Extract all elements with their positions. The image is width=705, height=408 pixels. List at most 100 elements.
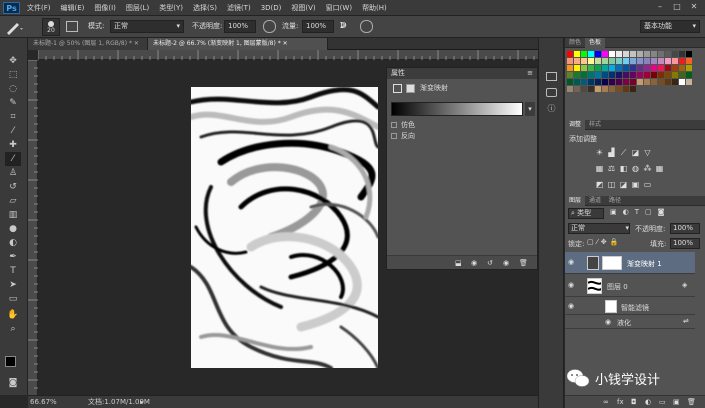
color-swatch[interactable] [567,58,573,64]
eye-icon[interactable]: ◉ [605,318,611,326]
color-swatch[interactable] [651,72,657,78]
color-swatch[interactable] [658,58,664,64]
color-swatch[interactable] [623,79,629,85]
layer-row-smart-filters[interactable]: ◉ 智能滤镜 [565,298,695,315]
history-panel-icon[interactable] [546,72,557,81]
fill-input[interactable]: 100% [670,238,700,249]
color-swatch[interactable] [595,65,601,71]
color-swatch[interactable] [658,51,664,57]
mask-icon[interactable] [406,84,415,93]
layer-row-liquify[interactable]: ◉ 液化 ⇌ [565,315,695,329]
view-previous-icon[interactable]: ◉ [471,259,477,267]
color-swatch[interactable] [602,79,608,85]
color-swatch[interactable] [574,65,580,71]
color-swatch[interactable] [672,79,678,85]
color-swatch[interactable] [623,72,629,78]
link-icon[interactable]: ∞ [603,398,609,406]
threshold-icon[interactable]: ◪ [619,180,628,189]
color-swatch[interactable] [672,58,678,64]
color-swatch[interactable] [602,65,608,71]
color-swatch[interactable] [637,79,643,85]
color-swatch[interactable] [637,72,643,78]
filter-options-icon[interactable]: ⇌ [683,317,689,325]
chevron-down-icon[interactable]: ▾ [525,102,535,116]
color-swatch[interactable] [665,72,671,78]
color-swatch[interactable] [637,58,643,64]
color-swatch[interactable] [630,58,636,64]
fx-icon[interactable]: fx [617,398,624,406]
pressure-size-icon[interactable] [360,20,373,33]
color-swatch[interactable] [616,79,622,85]
menu-edit[interactable]: 编辑(E) [61,0,85,16]
color-swatch[interactable] [581,86,587,92]
foreground-color-swatch[interactable] [5,356,16,367]
mode-dropdown[interactable]: 正常 ▾ [110,20,184,33]
color-swatch[interactable] [581,51,587,57]
color-swatch[interactable] [630,86,636,92]
color-swatch[interactable] [588,65,594,71]
color-swatch[interactable] [595,58,601,64]
menu-image[interactable]: 图像(I) [94,0,116,16]
close-button[interactable]: ✕ [689,2,699,12]
color-swatch[interactable] [665,51,671,57]
add-mask-icon[interactable]: ◘ [631,398,637,406]
color-swatch[interactable] [686,72,692,78]
eraser-tool-icon[interactable]: ▱ [5,194,21,208]
eye-icon[interactable]: ◉ [568,302,574,310]
color-swatch[interactable] [630,72,636,78]
layer-name[interactable]: 渐变映射 1 [627,259,662,269]
color-swatch[interactable] [644,79,650,85]
menu-type[interactable]: 类型(Y) [159,0,183,16]
color-swatch[interactable] [574,58,580,64]
folder-icon[interactable]: ▭ [659,398,666,406]
color-swatch[interactable] [602,86,608,92]
pressure-opacity-icon[interactable] [263,20,276,33]
swatches-grid[interactable] [567,51,693,113]
brightness-icon[interactable]: ☀ [595,148,604,157]
color-swatch[interactable] [679,65,685,71]
clone-stamp-tool-icon[interactable]: ♙ [5,166,21,180]
minimize-button[interactable]: – [655,2,665,12]
type-tool-icon[interactable]: T [5,264,21,278]
color-swatch[interactable] [616,65,622,71]
dodge-tool-icon[interactable]: ◐ [5,236,21,250]
tab-paths[interactable]: 路径 [605,196,625,206]
color-swatch[interactable] [574,86,580,92]
workspace-dropdown[interactable]: 基本功能 ▾ [640,20,700,33]
eye-icon[interactable]: ◉ [568,281,574,289]
photo-filter-icon[interactable]: ◍ [631,164,640,173]
color-swatch[interactable] [672,65,678,71]
eye-icon[interactable]: ◉ [568,258,574,266]
menu-select[interactable]: 选择(S) [193,0,217,16]
trash-icon[interactable]: 🗑 [687,398,696,406]
color-swatch[interactable] [567,65,573,71]
marquee-tool-icon[interactable]: ⬚ [5,68,21,82]
healing-tool-icon[interactable]: ✚ [5,138,21,152]
color-swatch[interactable] [581,72,587,78]
menu-help[interactable]: 帮助(H) [362,0,387,16]
menu-file[interactable]: 文件(F) [27,0,51,16]
exposure-icon[interactable]: ◪ [631,148,640,157]
color-swatch[interactable] [574,72,580,78]
color-swatch[interactable] [595,72,601,78]
color-swatch[interactable] [588,86,594,92]
hue-saturation-icon[interactable]: ▦ [595,164,604,173]
color-swatch[interactable] [616,58,622,64]
color-swatch[interactable] [567,51,573,57]
color-swatch[interactable] [651,51,657,57]
color-swatch[interactable] [637,51,643,57]
tab-channels[interactable]: 通道 [585,196,605,206]
reverse-checkbox[interactable] [391,133,397,139]
chevron-right-icon[interactable]: ▸ [140,396,144,408]
selective-color-icon[interactable]: ▣ [631,180,640,189]
reset-icon[interactable]: ↺ [487,259,493,267]
color-swatch[interactable] [574,51,580,57]
color-swatch[interactable] [665,79,671,85]
layer-row-gradient-map[interactable]: ◉ 渐变映射 1 [565,252,695,274]
gradient-tool-icon[interactable]: ▥ [5,208,21,222]
maximize-button[interactable]: □ [672,2,682,12]
color-swatch[interactable] [609,72,615,78]
color-swatch[interactable] [595,79,601,85]
tab-layers[interactable]: 图层 [565,196,586,206]
brush-size-picker[interactable]: 20 [42,18,60,36]
